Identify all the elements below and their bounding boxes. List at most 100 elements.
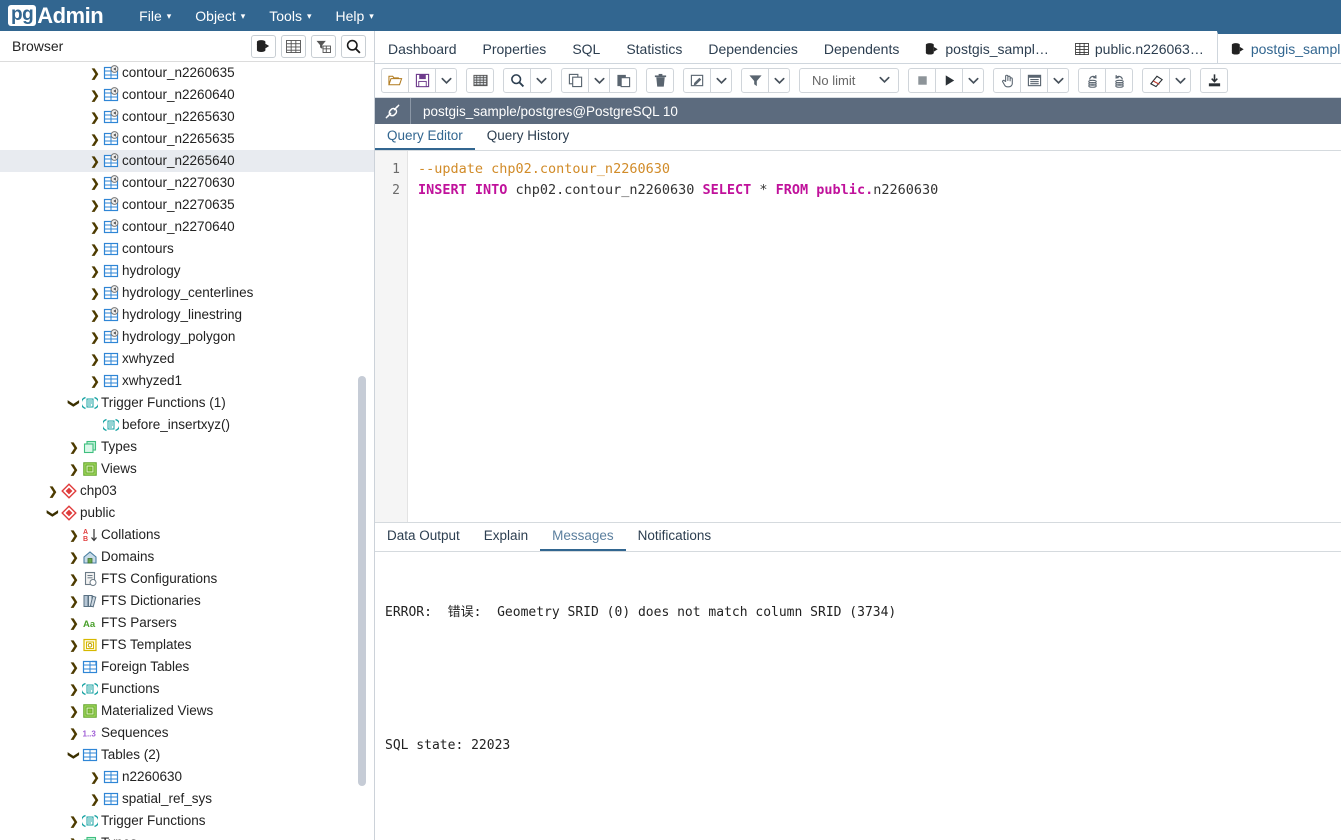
edit-grid-button[interactable] <box>466 68 494 93</box>
tree-item-hydrology-centerlines[interactable]: ❯ hydrology_centerlines <box>0 282 374 304</box>
tree-item-domains[interactable]: ❯ Domains <box>0 546 374 568</box>
tree-item-fts-dictionaries[interactable]: ❯ FTS Dictionaries <box>0 590 374 612</box>
download-csv-button[interactable] <box>1200 68 1228 93</box>
menu-tools[interactable]: Tools ▾ <box>259 4 321 28</box>
tree-item-contour-n2270640[interactable]: ❯ contour_n2270640 <box>0 216 374 238</box>
chevron-right-icon[interactable]: ❯ <box>67 551 81 564</box>
result-tab-notifications[interactable]: Notifications <box>626 525 724 551</box>
editor-tab-query-editor[interactable]: Query Editor <box>375 125 475 150</box>
chevron-right-icon[interactable]: ❯ <box>67 727 81 740</box>
tab-sql[interactable]: SQL <box>559 31 613 63</box>
copy-options-button[interactable] <box>588 68 610 93</box>
browser-grid-button[interactable] <box>281 34 306 58</box>
chevron-right-icon[interactable]: ❯ <box>88 155 102 168</box>
query-toolbar[interactable]: No limit <box>375 64 1341 98</box>
tree-item-xwhyzed1[interactable]: ❯ xwhyzed1 <box>0 370 374 392</box>
tree-item-xwhyzed[interactable]: ❯ xwhyzed <box>0 348 374 370</box>
tree-item-trigger-functions[interactable]: ❯ Trigger Functions <box>0 810 374 832</box>
tab-statistics[interactable]: Statistics <box>613 31 695 63</box>
tree-item-contour-n2260640[interactable]: ❯ contour_n2260640 <box>0 84 374 106</box>
filter-button[interactable] <box>741 68 769 93</box>
object-tab-bar[interactable]: Dashboard Properties SQL Statistics Dependen… <box>375 31 1341 64</box>
tree-item-public[interactable]: ❯ public <box>0 502 374 524</box>
menu-object[interactable]: Object ▾ <box>185 4 255 28</box>
chevron-right-icon[interactable]: ❯ <box>88 89 102 102</box>
tree-item-trigger-functions-1[interactable]: ❯ Trigger Functions (1) <box>0 392 374 414</box>
browser-object-explorer-button[interactable] <box>251 34 276 58</box>
chevron-right-icon[interactable]: ❯ <box>88 111 102 124</box>
tree-item-sequences[interactable]: ❯ 1..3 Sequences <box>0 722 374 744</box>
chevron-right-icon[interactable]: ❯ <box>88 199 102 212</box>
filter-options-button[interactable] <box>768 68 790 93</box>
rollback-button[interactable] <box>1105 68 1133 93</box>
tree-item-collations[interactable]: ❯ A B Collations <box>0 524 374 546</box>
menu-file[interactable]: File ▾ <box>129 4 181 28</box>
find-options-button[interactable] <box>530 68 552 93</box>
chevron-right-icon[interactable]: ❯ <box>67 463 81 476</box>
chevron-right-icon[interactable]: ❯ <box>67 661 81 674</box>
tree-item-contour-n2260635[interactable]: ❯ contour_n2260635 <box>0 62 374 84</box>
chevron-down-icon[interactable]: ❯ <box>47 506 60 520</box>
chevron-right-icon[interactable]: ❯ <box>88 793 102 806</box>
chevron-right-icon[interactable]: ❯ <box>67 441 81 454</box>
chevron-right-icon[interactable]: ❯ <box>46 485 60 498</box>
save-options-button[interactable] <box>435 68 457 93</box>
edit-button[interactable] <box>683 68 711 93</box>
menu-help[interactable]: Help ▾ <box>325 4 383 28</box>
object-tree[interactable]: ❯ contour_n2260635 ❯ contour_n2260640 ❯ conto… <box>0 62 374 840</box>
result-tab-data-output[interactable]: Data Output <box>375 525 472 551</box>
chevron-right-icon[interactable]: ❯ <box>67 837 81 840</box>
clear-button[interactable] <box>1142 68 1170 93</box>
chevron-right-icon[interactable]: ❯ <box>67 595 81 608</box>
chevron-right-icon[interactable]: ❯ <box>67 639 81 652</box>
chevron-right-icon[interactable]: ❯ <box>67 683 81 696</box>
chevron-right-icon[interactable]: ❯ <box>88 375 102 388</box>
tree-item-tables-2[interactable]: ❯ Tables (2) <box>0 744 374 766</box>
chevron-right-icon[interactable]: ❯ <box>88 221 102 234</box>
tab-postgis-sample-postgres[interactable]: postgis_sample/postgres <box>1216 31 1341 63</box>
chevron-right-icon[interactable]: ❯ <box>88 67 102 80</box>
tab-dashboard[interactable]: Dashboard <box>375 31 470 63</box>
chevron-right-icon[interactable]: ❯ <box>88 177 102 190</box>
tree-item-views[interactable]: ❯ Views <box>0 458 374 480</box>
tree-item-contour-n2265635[interactable]: ❯ contour_n2265635 <box>0 128 374 150</box>
open-file-button[interactable] <box>381 68 409 93</box>
tree-item-hydrology[interactable]: ❯ hydrology <box>0 260 374 282</box>
chevron-right-icon[interactable]: ❯ <box>88 243 102 256</box>
chevron-right-icon[interactable]: ❯ <box>67 617 81 630</box>
edit-options-button[interactable] <box>710 68 732 93</box>
chevron-right-icon[interactable]: ❯ <box>88 331 102 344</box>
chevron-right-icon[interactable]: ❯ <box>88 309 102 322</box>
tree-item-contours[interactable]: ❯ contours <box>0 238 374 260</box>
chevron-right-icon[interactable]: ❯ <box>88 265 102 278</box>
tree-item-hydrology-linestring[interactable]: ❯ hydrology_linestring <box>0 304 374 326</box>
tree-item-n2260630[interactable]: ❯ n2260630 <box>0 766 374 788</box>
save-file-button[interactable] <box>408 68 436 93</box>
stop-query-button[interactable] <box>908 68 936 93</box>
chevron-right-icon[interactable]: ❯ <box>88 353 102 366</box>
result-tab-messages[interactable]: Messages <box>540 525 626 551</box>
tree-item-chp03[interactable]: ❯ chp03 <box>0 480 374 502</box>
tree-item-materialized-views[interactable]: ❯ Materialized Views <box>0 700 374 722</box>
results-tab-bar[interactable]: Data Output Explain Messages Notifications <box>375 523 1341 552</box>
paste-button[interactable] <box>609 68 637 93</box>
editor-tab-query-history[interactable]: Query History <box>475 125 582 150</box>
tree-item-fts-parsers[interactable]: ❯ Aa FTS Parsers <box>0 612 374 634</box>
chevron-right-icon[interactable]: ❯ <box>88 287 102 300</box>
copy-button[interactable] <box>561 68 589 93</box>
tree-item-functions[interactable]: ❯ Functions <box>0 678 374 700</box>
explain-options-button[interactable] <box>1047 68 1069 93</box>
chevron-right-icon[interactable]: ❯ <box>88 133 102 146</box>
sql-code-area[interactable]: --update chp02.contour_n2260630 INSERT IN… <box>408 151 1341 522</box>
execute-query-button[interactable] <box>935 68 963 93</box>
commit-button[interactable] <box>1078 68 1106 93</box>
editor-tab-bar[interactable]: Query Editor Query History <box>375 124 1341 151</box>
tree-item-fts-configurations[interactable]: ❯ FTS Configurations <box>0 568 374 590</box>
tree-item-types[interactable]: ❯ Types <box>0 436 374 458</box>
tree-item-spatial-ref-sys[interactable]: ❯ spatial_ref_sys <box>0 788 374 810</box>
tree-item-hydrology-polygon[interactable]: ❯ hydrology_polygon <box>0 326 374 348</box>
execute-options-button[interactable] <box>962 68 984 93</box>
chevron-right-icon[interactable]: ❯ <box>67 529 81 542</box>
tab-public-n226063[interactable]: public.n226063… <box>1062 31 1217 63</box>
chevron-down-icon[interactable]: ❯ <box>68 396 81 410</box>
